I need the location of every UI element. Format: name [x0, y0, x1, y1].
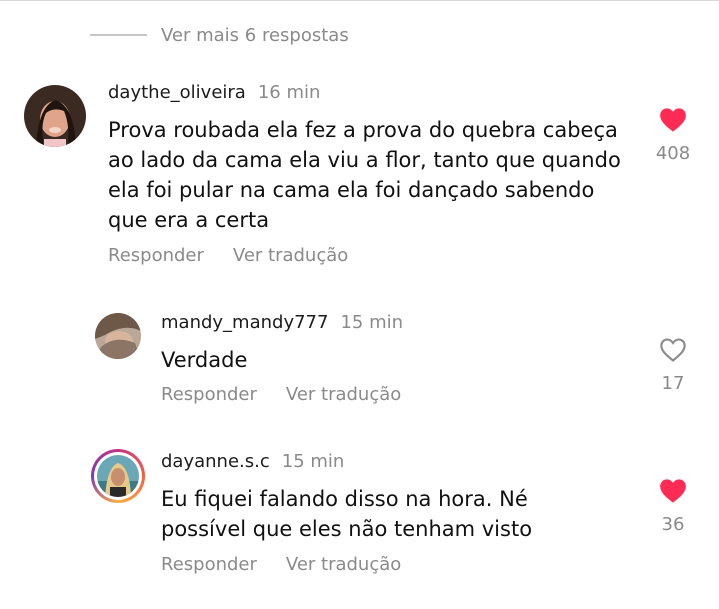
comment-text-line: que era a certa	[108, 208, 270, 232]
comment-text: Prova roubada ela fez a prova do quebra …	[108, 115, 621, 235]
comment-time: 15 min	[281, 451, 345, 472]
like-button[interactable]: 17	[648, 337, 698, 394]
heart-filled-icon	[660, 108, 686, 132]
view-more-replies-button[interactable]: Ver mais 6 respostas	[90, 22, 349, 48]
see-translation-button[interactable]: Ver tradução	[233, 245, 348, 266]
like-button[interactable]: 408	[648, 107, 698, 164]
avatar-story-ring[interactable]	[91, 449, 145, 503]
like-button[interactable]: 36	[648, 478, 698, 535]
like-count: 408	[655, 143, 691, 164]
comment-text-line: possível que eles não tenham visto	[161, 517, 533, 541]
comment-text-line: Prova roubada ela fez a prova do quebra …	[108, 118, 618, 142]
replies-divider-line	[90, 34, 147, 36]
heart-filled-icon	[660, 479, 686, 503]
see-translation-button[interactable]: Ver tradução	[286, 554, 401, 575]
reply-button[interactable]: Responder	[108, 245, 204, 266]
comment-username[interactable]: mandy_mandy777	[161, 312, 328, 333]
avatar[interactable]	[24, 85, 86, 147]
see-translation-button[interactable]: Ver tradução	[286, 384, 401, 405]
reply-button[interactable]: Responder	[161, 554, 257, 575]
comment-time: 15 min	[340, 312, 404, 333]
comment-time: 16 min	[257, 82, 321, 103]
comment-text-line: Verdade	[161, 348, 248, 372]
like-count: 17	[661, 373, 685, 394]
comment-text-line: ela foi pular na cama ela foi dançado sa…	[108, 178, 595, 202]
comment-username[interactable]: daythe_oliveira	[108, 82, 246, 103]
heart-outline-icon	[660, 338, 686, 362]
avatar[interactable]	[95, 313, 141, 359]
comment-text: Verdade	[161, 345, 247, 375]
like-count: 36	[661, 514, 685, 535]
reply-button[interactable]: Responder	[161, 384, 257, 405]
comment-username[interactable]: dayanne.s.c	[161, 451, 270, 472]
view-more-replies-label: Ver mais 6 respostas	[161, 24, 349, 46]
comment-text-line: ao lado da cama ela viu a flor, tanto qu…	[108, 148, 621, 172]
top-divider	[0, 0, 719, 1]
comment-text-line: Eu fiquei falando disso na hora. Né	[161, 487, 528, 511]
comment-text: Eu fiquei falando disso na hora. Né poss…	[161, 484, 532, 544]
